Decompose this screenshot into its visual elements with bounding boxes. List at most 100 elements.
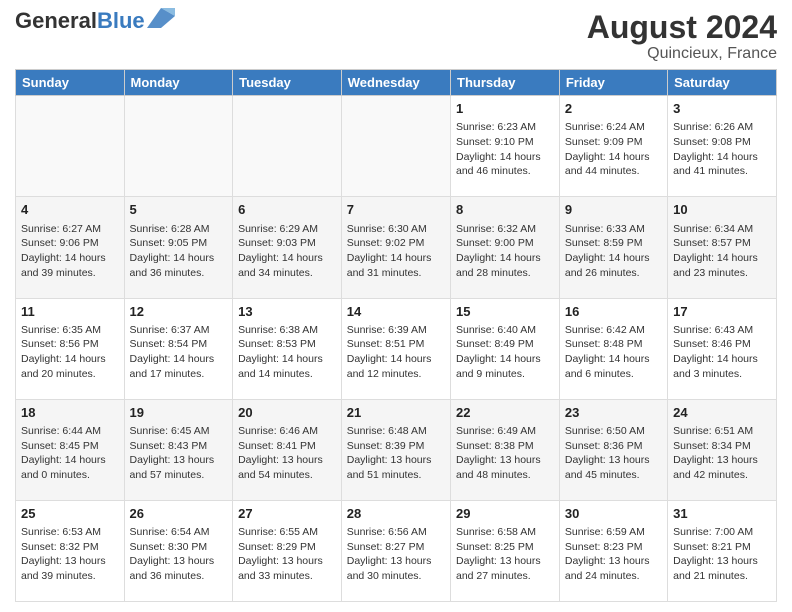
day-number: 26 [130, 505, 228, 523]
logo-icon [147, 8, 175, 28]
calendar-cell [341, 96, 450, 197]
day-info: Sunrise: 6:58 AMSunset: 8:25 PMDaylight:… [456, 525, 554, 584]
day-info: Sunrise: 6:44 AMSunset: 8:45 PMDaylight:… [21, 424, 119, 483]
day-number: 21 [347, 404, 445, 422]
day-number: 13 [238, 303, 336, 321]
day-number: 16 [565, 303, 662, 321]
day-number: 18 [21, 404, 119, 422]
day-number: 29 [456, 505, 554, 523]
calendar-cell: 26 Sunrise: 6:54 AMSunset: 8:30 PMDayligh… [124, 500, 233, 601]
day-info: Sunrise: 7:00 AMSunset: 8:21 PMDaylight:… [673, 525, 771, 584]
day-info: Sunrise: 6:46 AMSunset: 8:41 PMDaylight:… [238, 424, 336, 483]
calendar-cell: 11Sunrise: 6:35 AMSunset: 8:56 PMDayligh… [16, 298, 125, 399]
calendar-cell: 27Sunrise: 6:55 AMSunset: 8:29 PMDayligh… [233, 500, 342, 601]
day-number: 7 [347, 201, 445, 219]
calendar-week-row: 4Sunrise: 6:27 AMSunset: 9:06 PMDaylight… [16, 197, 777, 298]
day-number: 10 [673, 201, 771, 219]
calendar-cell: 16 Sunrise: 6:42 AMSunset: 8:48 PMDayligh… [559, 298, 667, 399]
calendar-cell: 6Sunrise: 6:29 AMSunset: 9:03 PMDaylight… [233, 197, 342, 298]
day-info: Sunrise: 6:50 AMSunset: 8:36 PMDaylight:… [565, 424, 662, 483]
day-number: 17 [673, 303, 771, 321]
header: GeneralBlue August 2024 Quincieux, Franc… [15, 10, 777, 63]
calendar-cell: 10 Sunrise: 6:34 AMSunset: 8:57 PMDayligh… [668, 197, 777, 298]
day-number: 31 [673, 505, 771, 523]
day-header-friday: Friday [559, 70, 667, 96]
calendar-cell: 9Sunrise: 6:33 AMSunset: 8:59 PMDaylight… [559, 197, 667, 298]
calendar-week-row: 18 Sunrise: 6:44 AMSunset: 8:45 PMDayligh… [16, 399, 777, 500]
calendar-cell: 31 Sunrise: 7:00 AMSunset: 8:21 PMDayligh… [668, 500, 777, 601]
calendar: SundayMondayTuesdayWednesdayThursdayFrid… [15, 69, 777, 602]
calendar-cell: 25Sunrise: 6:53 AMSunset: 8:32 PMDayligh… [16, 500, 125, 601]
day-number: 19 [130, 404, 228, 422]
calendar-cell: 19Sunrise: 6:45 AMSunset: 8:43 PMDayligh… [124, 399, 233, 500]
day-number: 27 [238, 505, 336, 523]
day-number: 23 [565, 404, 662, 422]
calendar-cell: 12Sunrise: 6:37 AMSunset: 8:54 PMDayligh… [124, 298, 233, 399]
calendar-cell: 14 Sunrise: 6:39 AMSunset: 8:51 PMDayligh… [341, 298, 450, 399]
calendar-header-row: SundayMondayTuesdayWednesdayThursdayFrid… [16, 70, 777, 96]
day-info: Sunrise: 6:43 AMSunset: 8:46 PMDaylight:… [673, 323, 771, 382]
calendar-cell: 22 Sunrise: 6:49 AMSunset: 8:38 PMDayligh… [451, 399, 560, 500]
day-info: Sunrise: 6:35 AMSunset: 8:56 PMDaylight:… [21, 323, 119, 382]
day-number: 20 [238, 404, 336, 422]
day-header-saturday: Saturday [668, 70, 777, 96]
calendar-cell [124, 96, 233, 197]
day-info: Sunrise: 6:39 AMSunset: 8:51 PMDaylight:… [347, 323, 445, 382]
calendar-cell: 2 Sunrise: 6:24 AMSunset: 9:09 PMDaylight… [559, 96, 667, 197]
calendar-cell: 28 Sunrise: 6:56 AMSunset: 8:27 PMDayligh… [341, 500, 450, 601]
calendar-cell: 15 Sunrise: 6:40 AMSunset: 8:49 PMDayligh… [451, 298, 560, 399]
calendar-cell: 3Sunrise: 6:26 AMSunset: 9:08 PMDaylight… [668, 96, 777, 197]
day-number: 1 [456, 100, 554, 118]
day-number: 5 [130, 201, 228, 219]
calendar-cell: 17 Sunrise: 6:43 AMSunset: 8:46 PMDayligh… [668, 298, 777, 399]
calendar-week-row: 25Sunrise: 6:53 AMSunset: 8:32 PMDayligh… [16, 500, 777, 601]
logo-text: GeneralBlue [15, 10, 145, 32]
day-number: 30 [565, 505, 662, 523]
day-number: 14 [347, 303, 445, 321]
day-info: Sunrise: 6:24 AMSunset: 9:09 PMDaylight:… [565, 120, 662, 179]
day-number: 15 [456, 303, 554, 321]
calendar-cell: 24Sunrise: 6:51 AMSunset: 8:34 PMDayligh… [668, 399, 777, 500]
day-info: Sunrise: 6:56 AMSunset: 8:27 PMDaylight:… [347, 525, 445, 584]
calendar-cell: 8 Sunrise: 6:32 AMSunset: 9:00 PMDaylight… [451, 197, 560, 298]
calendar-cell [16, 96, 125, 197]
day-number: 3 [673, 100, 771, 118]
page: GeneralBlue August 2024 Quincieux, Franc… [0, 0, 792, 612]
day-info: Sunrise: 6:34 AMSunset: 8:57 PMDaylight:… [673, 222, 771, 281]
day-number: 2 [565, 100, 662, 118]
day-header-thursday: Thursday [451, 70, 560, 96]
day-info: Sunrise: 6:48 AMSunset: 8:39 PMDaylight:… [347, 424, 445, 483]
day-info: Sunrise: 6:28 AMSunset: 9:05 PMDaylight:… [130, 222, 228, 281]
day-header-tuesday: Tuesday [233, 70, 342, 96]
day-info: Sunrise: 6:32 AMSunset: 9:00 PMDaylight:… [456, 222, 554, 281]
day-info: Sunrise: 6:30 AMSunset: 9:02 PMDaylight:… [347, 222, 445, 281]
calendar-cell: 21 Sunrise: 6:48 AMSunset: 8:39 PMDayligh… [341, 399, 450, 500]
calendar-cell: 23 Sunrise: 6:50 AMSunset: 8:36 PMDayligh… [559, 399, 667, 500]
day-info: Sunrise: 6:23 AMSunset: 9:10 PMDaylight:… [456, 120, 554, 179]
calendar-cell: 18 Sunrise: 6:44 AMSunset: 8:45 PMDayligh… [16, 399, 125, 500]
day-number: 8 [456, 201, 554, 219]
day-info: Sunrise: 6:54 AMSunset: 8:30 PMDaylight:… [130, 525, 228, 584]
calendar-cell [233, 96, 342, 197]
logo-general: General [15, 8, 97, 33]
day-number: 24 [673, 404, 771, 422]
calendar-week-row: 1 Sunrise: 6:23 AMSunset: 9:10 PMDaylight… [16, 96, 777, 197]
day-number: 22 [456, 404, 554, 422]
day-header-monday: Monday [124, 70, 233, 96]
calendar-cell: 29 Sunrise: 6:58 AMSunset: 8:25 PMDayligh… [451, 500, 560, 601]
calendar-week-row: 11Sunrise: 6:35 AMSunset: 8:56 PMDayligh… [16, 298, 777, 399]
calendar-cell: 5 Sunrise: 6:28 AMSunset: 9:05 PMDaylight… [124, 197, 233, 298]
day-info: Sunrise: 6:42 AMSunset: 8:48 PMDaylight:… [565, 323, 662, 382]
day-info: Sunrise: 6:27 AMSunset: 9:06 PMDaylight:… [21, 222, 119, 281]
calendar-cell: 13Sunrise: 6:38 AMSunset: 8:53 PMDayligh… [233, 298, 342, 399]
title-section: August 2024 Quincieux, France [587, 10, 777, 63]
day-info: Sunrise: 6:53 AMSunset: 8:32 PMDaylight:… [21, 525, 119, 584]
day-number: 28 [347, 505, 445, 523]
day-info: Sunrise: 6:49 AMSunset: 8:38 PMDaylight:… [456, 424, 554, 483]
day-header-sunday: Sunday [16, 70, 125, 96]
location: Quincieux, France [587, 45, 777, 63]
calendar-cell: 4Sunrise: 6:27 AMSunset: 9:06 PMDaylight… [16, 197, 125, 298]
calendar-cell: 1 Sunrise: 6:23 AMSunset: 9:10 PMDaylight… [451, 96, 560, 197]
day-number: 6 [238, 201, 336, 219]
day-info: Sunrise: 6:40 AMSunset: 8:49 PMDaylight:… [456, 323, 554, 382]
